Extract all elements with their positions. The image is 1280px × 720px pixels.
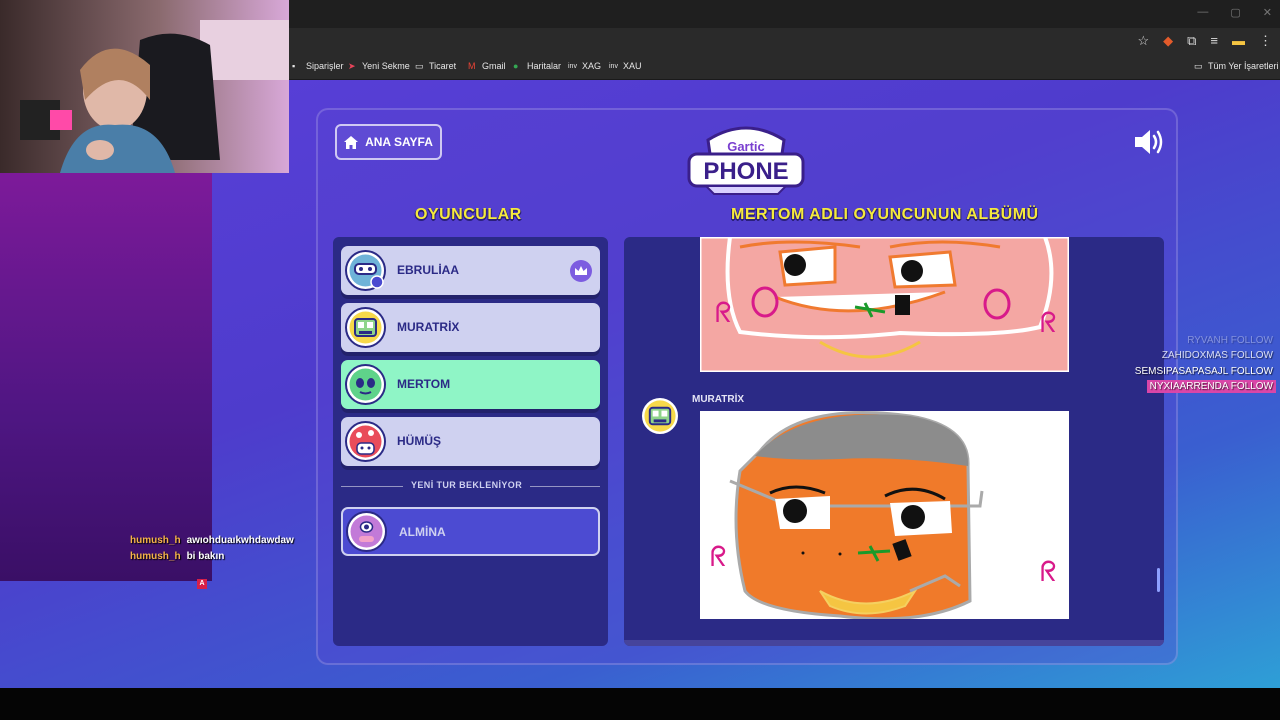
player-name: MERTOM (397, 377, 451, 391)
bookmark-item[interactable]: ● Haritalar (513, 61, 561, 71)
bookmark-item[interactable]: inv XAG (568, 61, 601, 71)
chat-text: bi bakın (186, 551, 225, 562)
minimize-button[interactable]: — (1197, 6, 1208, 19)
author-name: MURATRİX (692, 394, 745, 405)
follow-alert: RYVANH FOLLOW (1187, 335, 1273, 346)
waiting-player-item[interactable]: ALMİNA (341, 507, 600, 556)
player-item[interactable]: HÜMÜŞ (341, 417, 600, 466)
player-avatar (345, 250, 386, 291)
taskbar-area (0, 688, 1280, 720)
follow-alert: NYXIAARRENDA FOLLOW (1146, 380, 1276, 393)
svg-text:ᖇ: ᖇ (715, 297, 732, 328)
follow-alert: ZAHIDOXMAS FOLLOW (1161, 350, 1273, 361)
bookmark-icon: ▪ (292, 60, 296, 71)
gartic-phone-logo: Gartic PHONE (687, 126, 805, 195)
maximize-button[interactable]: ▢ (1230, 6, 1240, 19)
maps-icon: ● (513, 60, 519, 71)
album-drawing: ᖇ ᖇ (700, 411, 1069, 619)
webcam-overlay (0, 0, 289, 173)
author-avatar (640, 396, 680, 436)
logo-top-text: Gartic (727, 139, 765, 154)
player-name: HÜMÜŞ (397, 434, 441, 448)
home-button[interactable]: ANA SAYFA (335, 124, 442, 160)
follow-alert: SEMSIPASAPASAJL FOLLOW (1134, 366, 1273, 377)
player-avatar (345, 421, 386, 462)
puzzle-icon[interactable]: ⧉ (1187, 33, 1196, 49)
extension-icon[interactable]: ◆ (1163, 33, 1173, 49)
bookmark-flag-icon[interactable]: ▬ (1232, 33, 1245, 49)
crown-icon (570, 260, 592, 282)
player-item[interactable]: MURATRİX (341, 303, 600, 352)
chat-text: awıohduaıkwhdawdaw (186, 535, 294, 546)
home-button-label: ANA SAYFA (365, 135, 433, 149)
inv-icon: inv (568, 62, 577, 70)
chat-badge: A (197, 579, 207, 589)
bookmark-item[interactable]: M Gmail (468, 61, 506, 71)
player-name: EBRULİAA (397, 263, 459, 277)
inv-icon: inv (609, 62, 618, 70)
album-drawing: ᖇ ᖇ (700, 237, 1069, 372)
bookmark-item[interactable]: ▭ Ticaret (415, 61, 456, 71)
bookmark-item[interactable]: inv XAU (609, 61, 642, 71)
all-bookmarks-button[interactable]: ▭ Tüm Yer İşaretleri (1194, 61, 1279, 71)
menu-icon[interactable]: ⋮ (1259, 33, 1272, 49)
svg-text:ᖇ: ᖇ (1040, 556, 1057, 587)
player-item[interactable]: EBRULİAA (341, 246, 600, 295)
stream-side-panel (0, 173, 212, 581)
folder-icon: ▭ (415, 60, 424, 71)
gmail-icon: M (468, 60, 476, 71)
arrow-icon: ➤ (348, 60, 356, 71)
player-avatar (346, 511, 387, 552)
album-title: MERTOM ADLI OYUNCUNUN ALBÜMÜ (731, 206, 1039, 223)
album-panel-footer (624, 640, 1164, 646)
folder-icon: ▭ (1194, 60, 1203, 71)
svg-text:ᖇ: ᖇ (710, 541, 727, 572)
sound-icon[interactable] (1133, 128, 1165, 156)
player-avatar (345, 307, 386, 348)
player-avatar (345, 364, 386, 405)
star-icon[interactable]: ☆ (1137, 33, 1149, 49)
chat-username: humush_h (130, 535, 181, 546)
chat-message: humush_h bi bakın (130, 551, 224, 562)
svg-text:ᖇ: ᖇ (1040, 307, 1057, 338)
close-button[interactable]: ✕ (1263, 6, 1272, 19)
player-name: ALMİNA (399, 525, 446, 539)
media-icon[interactable]: ≡ (1210, 33, 1218, 49)
chat-username: humush_h (130, 551, 181, 562)
logo-bottom-text: PHONE (703, 158, 788, 185)
player-name: MURATRİX (397, 320, 460, 334)
home-icon (344, 135, 359, 149)
players-title: OYUNCULAR (415, 206, 522, 223)
bookmark-item[interactable]: ➤ Yeni Sekme (348, 61, 410, 71)
chat-message: humush_h awıohduaıkwhdawdaw (130, 535, 294, 546)
bookmark-item[interactable]: ▪ Siparişler (292, 61, 344, 71)
album-scrollbar[interactable] (1157, 568, 1160, 592)
player-item-active[interactable]: MERTOM (341, 360, 600, 409)
waiting-label: YENİ TUR BEKLENİYOR (403, 480, 531, 490)
